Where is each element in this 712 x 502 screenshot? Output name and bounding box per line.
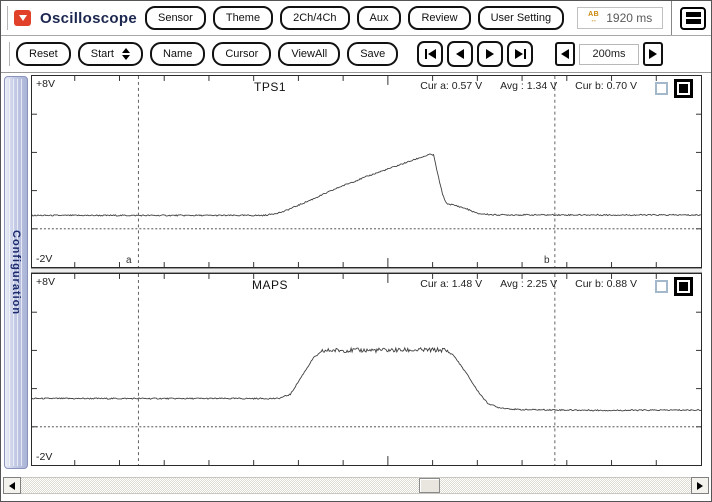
name-button[interactable]: Name [149,42,206,66]
cursor-a-readout: Cur a: 0.57 V [420,80,483,92]
oscilloscope-window: Oscilloscope Sensor Theme 2Ch/4Ch Aux Re… [0,0,712,502]
channel-color-indicator-maps[interactable] [674,277,693,296]
review-button[interactable]: Review [408,6,471,30]
toolbar-divider [671,1,672,35]
step-back-button[interactable] [447,41,474,67]
control-toolbar: Reset Start Name Cursor ViewAll Save 200… [1,36,711,73]
channel-panel-tps1: +8V TPS1 Cur a: 0.57 V Avg : 1.34 V Cur … [31,75,702,268]
scroll-left-button[interactable] [3,477,21,494]
timebase-next-button[interactable] [643,42,663,66]
timebase-prev-button[interactable] [555,42,575,66]
cursor-b-readout: Cur b: 0.70 V [575,80,637,92]
spinner-icon[interactable] [121,48,130,60]
channel-color-indicator-tps1[interactable] [674,79,693,98]
waveform-plot-tps1[interactable] [32,76,701,267]
user-setting-button[interactable]: User Setting [477,6,565,30]
theme-button[interactable]: Theme [212,6,274,30]
cursor-readouts: Cur a: 0.57 V Avg : 1.34 V Cur b: 0.70 V [420,80,637,92]
scrollbar-thumb[interactable] [419,478,440,493]
channel-title: TPS1 [253,80,286,94]
timebase-value: 200ms [579,43,639,65]
skip-end-icon [514,49,523,59]
configuration-tab-label: Configuration [10,229,22,316]
channel-title: MAPS [251,278,288,292]
step-back-icon [456,49,465,59]
scrollbar-track[interactable] [21,477,691,494]
cursor-readouts: Cur a: 1.48 V Avg : 2.25 V Cur b: 0.88 V [420,278,637,290]
channel-panel-maps: +8V MAPS Cur a: 1.48 V Avg : 2.25 V Cur … [31,273,702,466]
cursor-a-readout: Cur a: 1.48 V [420,278,483,290]
skip-end-button[interactable] [507,41,534,67]
elapsed-time-value: 1920 ms [606,11,653,25]
playback-group [417,41,534,67]
channel-checkbox-maps[interactable] [655,280,668,293]
horizontal-scrollbar[interactable] [3,477,709,494]
scale-top-label: +8V [36,276,55,288]
caret-down-icon [18,15,27,21]
arrow-right-icon [649,49,657,59]
app-menu-icon[interactable] [14,10,31,26]
toolbar-grip [7,6,8,30]
configuration-tab[interactable]: Configuration [4,76,28,469]
timebase-group: 200ms [555,42,663,66]
elapsed-time-display: AB ↔ 1920 ms [577,7,664,29]
avg-readout: Avg : 1.34 V [500,80,558,92]
ab-cursor-icon: AB ↔ [588,11,600,24]
arrow-left-icon [9,481,15,490]
skip-start-icon [427,49,436,59]
title-toolbar: Oscilloscope Sensor Theme 2Ch/4Ch Aux Re… [1,1,711,36]
step-forward-icon [486,49,495,59]
reset-button[interactable]: Reset [16,42,71,66]
skip-start-button[interactable] [417,41,444,67]
scale-bottom-label: -2V [36,253,53,265]
step-forward-button[interactable] [477,41,504,67]
scale-bottom-label: -2V [36,451,53,463]
aux-button[interactable]: Aux [356,6,402,30]
content-area: Configuration +8V TPS1 Cur a: 0.57 V Avg… [1,73,711,471]
toolbar-grip [9,42,10,66]
channel-mode-button[interactable]: 2Ch/4Ch [280,6,350,30]
cursor-b-readout: Cur b: 0.88 V [575,278,637,290]
viewall-button[interactable]: ViewAll [278,42,341,66]
start-button[interactable]: Start [77,42,143,66]
sensor-button[interactable]: Sensor [144,6,206,30]
arrow-left-icon [561,49,569,59]
scroll-right-button[interactable] [691,477,709,494]
save-button[interactable]: Save [347,42,399,66]
scope-panels: +8V TPS1 Cur a: 0.57 V Avg : 1.34 V Cur … [31,75,702,471]
window-menu-icon[interactable] [680,6,706,30]
cursor-button[interactable]: Cursor [212,42,272,66]
scale-top-label: +8V [36,78,55,90]
waveform-plot-maps[interactable] [32,274,701,465]
avg-readout: Avg : 2.25 V [500,278,558,290]
channel-checkbox-tps1[interactable] [655,82,668,95]
page-title: Oscilloscope [40,9,137,27]
arrow-right-icon [697,481,703,490]
sidebar: Configuration [1,75,31,471]
cursor-a-label: a [126,255,132,266]
cursor-b-label: b [544,255,550,266]
